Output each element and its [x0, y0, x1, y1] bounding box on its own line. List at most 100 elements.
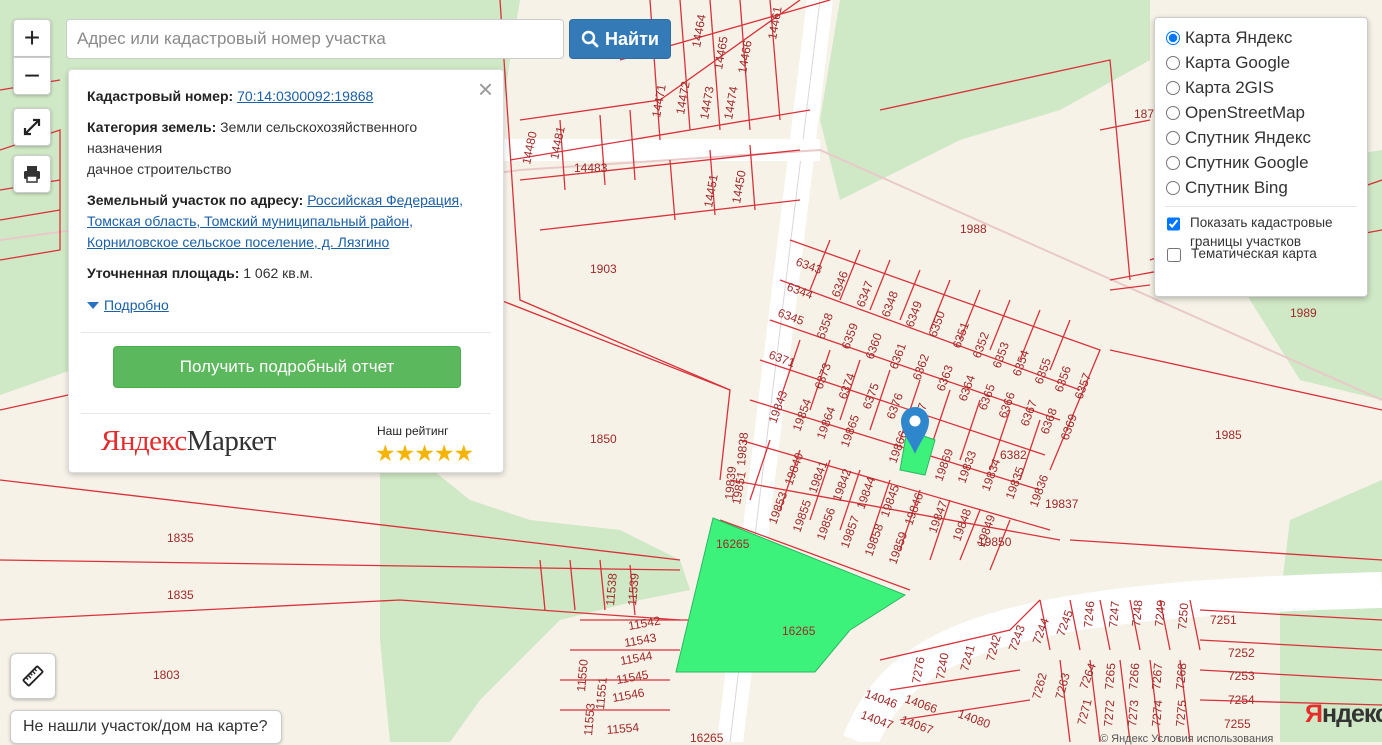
search-button[interactable]: Найти: [569, 19, 671, 59]
layer-option[interactable]: Спутник Google: [1165, 150, 1367, 175]
search-input[interactable]: [66, 19, 564, 59]
map-label: 7267: [1149, 662, 1165, 690]
show-boundaries-checkbox[interactable]: [1167, 217, 1180, 231]
map-label: 7266: [1126, 662, 1142, 690]
ruler-button[interactable]: [10, 653, 56, 699]
address-row: Земельный участок по адресу: Российская …: [87, 190, 487, 253]
layer-radio[interactable]: [1166, 55, 1180, 70]
map-label: 1835: [167, 588, 194, 602]
map-layers-panel: Карта Яндекс Карта Google Карта 2GIS OpenSt…: [1154, 17, 1368, 297]
rating-label: Наш рейтинг: [377, 424, 449, 438]
map-label: 11553: [581, 702, 598, 736]
thematic-map-label: Тематическая карта: [1191, 246, 1317, 261]
map-label: 7275: [1173, 699, 1189, 727]
map-label: 7254: [1228, 693, 1255, 707]
get-report-button[interactable]: Получить подробный отчет: [113, 346, 461, 388]
fullscreen-button[interactable]: [13, 108, 51, 146]
map-label: 19837: [1045, 497, 1079, 511]
divider: [1165, 206, 1357, 207]
map-label: 7252: [1228, 646, 1255, 660]
divider: [81, 332, 491, 333]
layer-option-label: Карта Google: [1185, 52, 1291, 72]
map-label: 19838: [734, 431, 751, 466]
map-label: 14483: [574, 161, 608, 175]
map-label: 1988: [960, 222, 987, 236]
expand-icon: [23, 118, 41, 136]
map-label: 11550: [574, 658, 591, 692]
details-link[interactable]: Подробно: [104, 295, 169, 316]
layer-radio[interactable]: [1166, 30, 1180, 45]
map-label: 6382: [1000, 448, 1027, 462]
ruler-icon: [22, 665, 44, 687]
map-label: 16265: [690, 731, 724, 742]
layer-option[interactable]: Спутник Bing: [1165, 175, 1367, 200]
layer-option[interactable]: Карта Яндекс: [1165, 25, 1367, 50]
layer-radio[interactable]: [1166, 180, 1180, 195]
map-label: 1803: [153, 668, 180, 682]
land-use-value: дачное строительство: [87, 161, 232, 177]
print-button[interactable]: [13, 155, 51, 193]
map-label: 7255: [1224, 717, 1251, 731]
layer-option[interactable]: OpenStreetMap: [1165, 100, 1367, 125]
land-category-row: Категория земель: Земли сельскохозяйстве…: [87, 117, 487, 180]
layer-option-label: Спутник Bing: [1185, 177, 1288, 197]
map-label: 7272: [1101, 699, 1117, 727]
layer-radio[interactable]: [1166, 155, 1180, 170]
printer-icon: [24, 166, 40, 183]
layer-option-label: OpenStreetMap: [1185, 102, 1306, 122]
map-label: 1989: [1290, 306, 1317, 320]
map-label: 11539: [625, 572, 642, 606]
layer-radio[interactable]: [1166, 105, 1180, 120]
land-category-label: Категория земель:: [87, 119, 217, 135]
caret-down-icon: [87, 302, 99, 309]
map-label: 7250: [1175, 602, 1191, 630]
map-label: 7268: [1173, 662, 1189, 690]
cadastral-number-label: Кадастровый номер:: [87, 88, 234, 104]
layer-option[interactable]: Карта 2GIS: [1165, 75, 1367, 100]
map-label: 16265: [782, 624, 816, 638]
show-boundaries-toggle[interactable]: Показать кадастровые границы участков: [1165, 213, 1367, 249]
not-found-button[interactable]: Не нашли участок/дом на карте?: [10, 710, 282, 744]
layer-option[interactable]: Карта Google: [1165, 50, 1367, 75]
map-label: 7251: [1210, 613, 1237, 627]
details-row: Подробно: [87, 294, 487, 316]
map-label: 7274: [1149, 699, 1165, 727]
map-label: 1850: [590, 432, 617, 446]
address-label: Земельный участок по адресу:: [87, 192, 304, 208]
map-label: 7246: [1081, 600, 1097, 628]
divider: [81, 413, 491, 414]
parcel-info-body: Кадастровый номер: 70:14:0300092:19868 К…: [87, 86, 487, 326]
cadastral-number-row: Кадастровый номер: 70:14:0300092:19868: [87, 86, 487, 107]
layer-options: Карта Яндекс Карта Google Карта 2GIS OpenSt…: [1165, 25, 1367, 200]
map-label: 7248: [1129, 599, 1145, 627]
thematic-map-checkbox[interactable]: [1167, 248, 1181, 262]
cadastral-number-link[interactable]: 70:14:0300092:19868: [237, 88, 373, 104]
zoom-out-button[interactable]: −: [13, 57, 51, 95]
parcel-info-panel: × Кадастровый номер: 70:14:0300092:19868…: [68, 69, 504, 473]
map-label: 1985: [1215, 428, 1242, 442]
layer-radio[interactable]: [1166, 80, 1180, 95]
layer-option-label: Спутник Яндекс: [1185, 127, 1311, 147]
zoom-in-button[interactable]: +: [13, 19, 51, 57]
area-value: 1 062 кв.м.: [243, 265, 314, 281]
area-row: Уточненная площадь: 1 062 кв.м.: [87, 263, 487, 284]
map-label: 7265: [1102, 662, 1118, 690]
area-label: Уточненная площадь:: [87, 265, 240, 281]
map-label: 7253: [1228, 669, 1255, 683]
yandex-market-logo[interactable]: ЯндексМаркет: [101, 425, 276, 458]
layer-option-label: Карта Яндекс: [1185, 27, 1293, 47]
yandex-logo[interactable]: Яндекс: [1305, 700, 1382, 729]
map-label: 7249: [1152, 599, 1168, 627]
map-attribution[interactable]: © Яндекс Условия использования: [1100, 733, 1273, 745]
map-label: 7247: [1106, 600, 1122, 628]
map-label: 1903: [590, 262, 617, 276]
map-label: 7273: [1125, 699, 1141, 727]
details-toggle[interactable]: Подробно: [87, 295, 169, 316]
search-icon: [581, 30, 599, 48]
layer-radio[interactable]: [1166, 130, 1180, 145]
layer-option-label: Спутник Google: [1185, 152, 1309, 172]
map-label: 11554: [606, 720, 640, 737]
search-button-label: Найти: [605, 28, 659, 49]
layer-option[interactable]: Спутник Яндекс: [1165, 125, 1367, 150]
map-label: 11538: [603, 572, 620, 606]
